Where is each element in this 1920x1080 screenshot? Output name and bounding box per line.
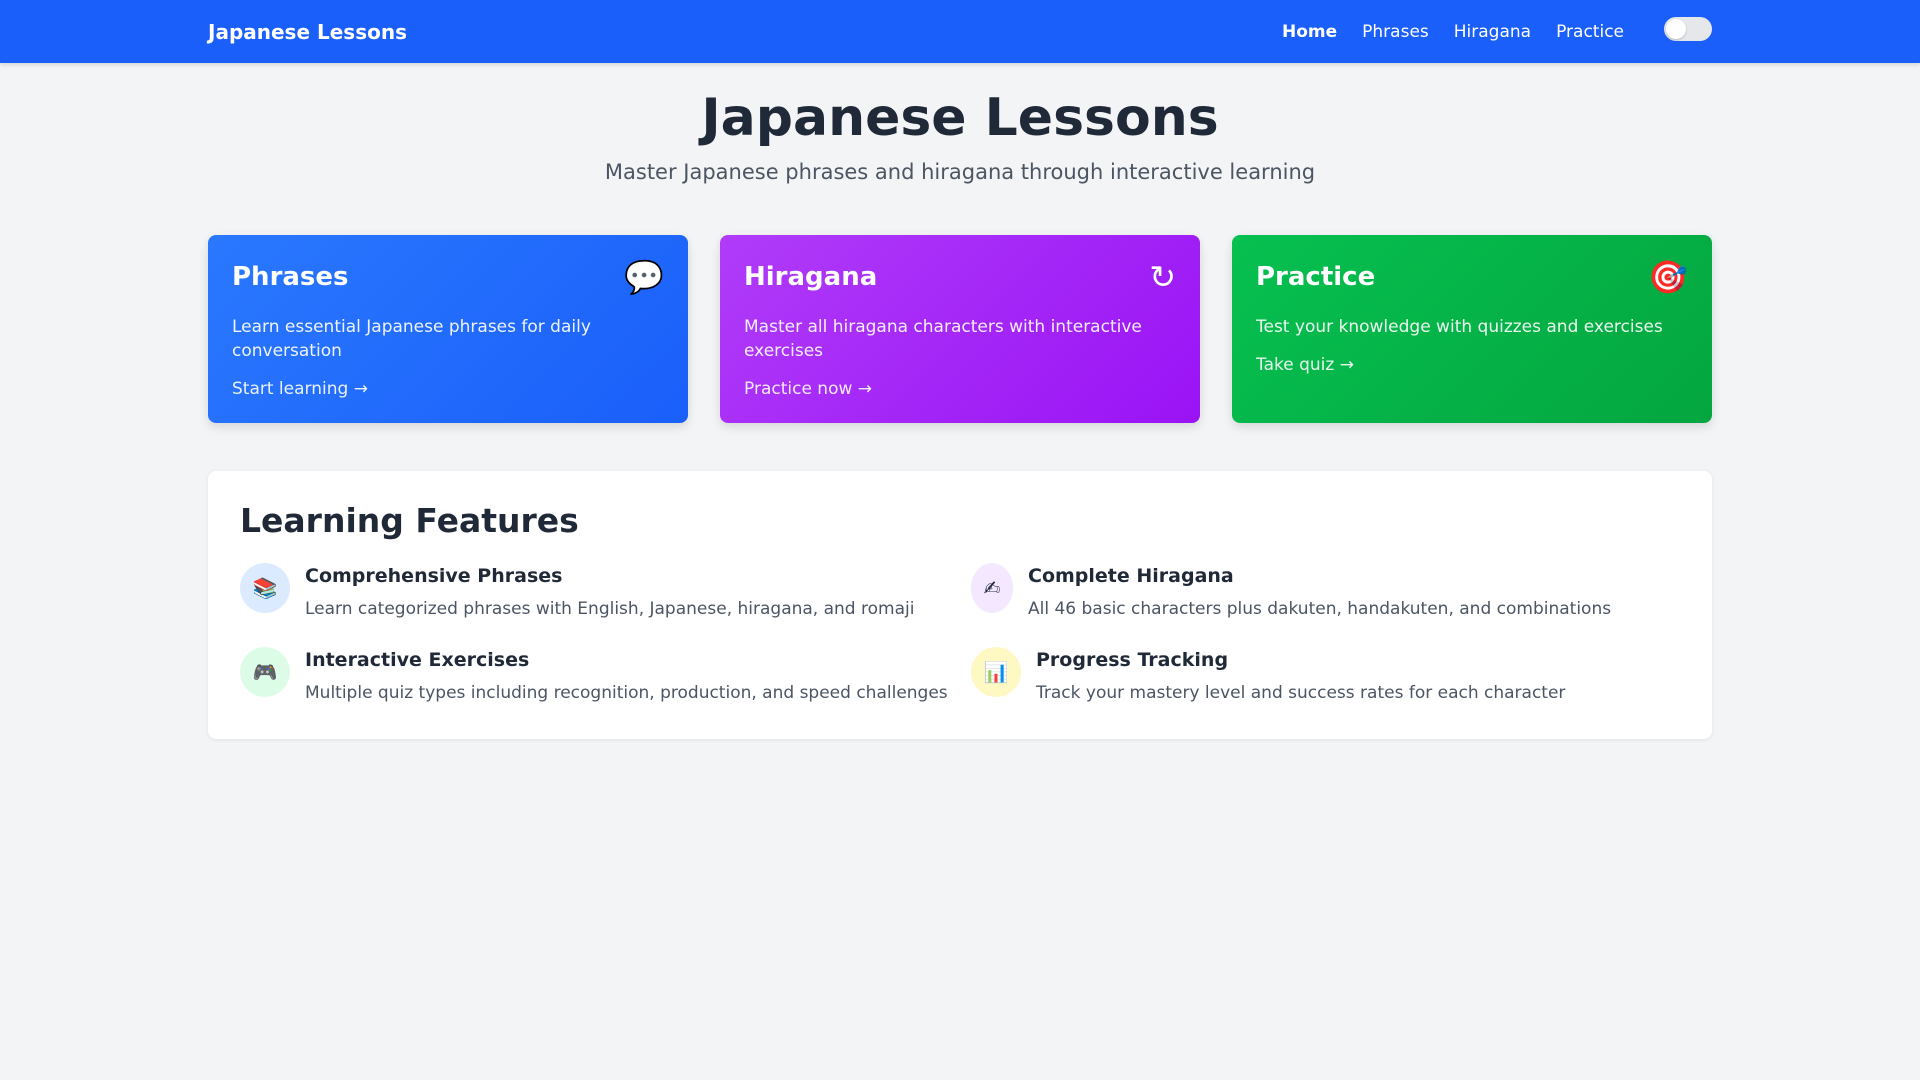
page-title: Japanese Lessons <box>701 88 1219 148</box>
take-quiz-link[interactable]: Take quiz → <box>1256 355 1354 375</box>
nav-link-practice[interactable]: Practice <box>1556 22 1624 42</box>
feature-item: 📚 Comprehensive Phrases Learn categorize… <box>240 563 914 619</box>
nav-links: Home Phrases Hiragana Practice <box>1257 16 1712 42</box>
target-icon: 🎯 <box>1648 258 1688 296</box>
card-description: Learn essential Japanese phrases for dai… <box>232 317 591 361</box>
nav-link-home[interactable]: Home <box>1282 22 1337 42</box>
card-description: Test your knowledge with quizzes and exe… <box>1256 317 1663 337</box>
feature-item: 🎮 Interactive Exercises Multiple quiz ty… <box>240 647 948 703</box>
speech-bubble-icon: 💬 <box>624 258 664 296</box>
hiragana-card[interactable]: Hiragana ↻ Master all hiragana character… <box>720 235 1200 423</box>
theme-toggle[interactable] <box>1664 16 1712 41</box>
card-title: Hiragana <box>744 262 878 292</box>
brand-logo[interactable]: Japanese Lessons <box>208 20 407 44</box>
feature-title: Comprehensive Phrases <box>305 565 563 587</box>
books-icon: 📚 <box>240 563 290 613</box>
game-controller-icon: 🎮 <box>240 647 290 697</box>
hiragana-character-icon: ↻ <box>1149 258 1176 296</box>
page-subtitle: Master Japanese phrases and hiragana thr… <box>604 160 1316 184</box>
feature-description: Track your mastery level and success rat… <box>1036 683 1566 703</box>
feature-item: 📊 Progress Tracking Track your mastery l… <box>971 647 1565 703</box>
feature-description: Learn categorized phrases with English, … <box>305 599 915 619</box>
start-learning-link[interactable]: Start learning → <box>232 379 368 399</box>
writing-hand-icon: ✍ <box>971 563 1013 613</box>
feature-item: ✍ Complete Hiragana All 46 basic charact… <box>971 563 1611 619</box>
phrases-card[interactable]: Phrases 💬 Learn essential Japanese phras… <box>208 235 688 423</box>
top-navbar: Japanese Lessons Home Phrases Hiragana P… <box>0 0 1920 63</box>
nav-link-phrases[interactable]: Phrases <box>1362 22 1429 42</box>
learning-features-panel: Learning Features 📚 Comprehensive Phrase… <box>208 471 1712 739</box>
feature-description: All 46 basic characters plus dakuten, ha… <box>1028 599 1612 619</box>
feature-description: Multiple quiz types including recognitio… <box>305 683 948 703</box>
practice-card[interactable]: Practice 🎯 Test your knowledge with quiz… <box>1232 235 1712 423</box>
practice-now-link[interactable]: Practice now → <box>744 379 872 399</box>
toggle-knob <box>1666 18 1686 39</box>
feature-title: Progress Tracking <box>1036 649 1229 671</box>
features-heading: Learning Features <box>240 501 579 540</box>
nav-link-hiragana[interactable]: Hiragana <box>1454 22 1531 42</box>
feature-title: Complete Hiragana <box>1028 565 1234 587</box>
feature-title: Interactive Exercises <box>305 649 530 671</box>
card-title: Phrases <box>232 262 349 292</box>
card-description: Master all hiragana characters with inte… <box>744 317 1142 361</box>
bar-chart-icon: 📊 <box>971 647 1021 697</box>
card-title: Practice <box>1256 262 1376 292</box>
